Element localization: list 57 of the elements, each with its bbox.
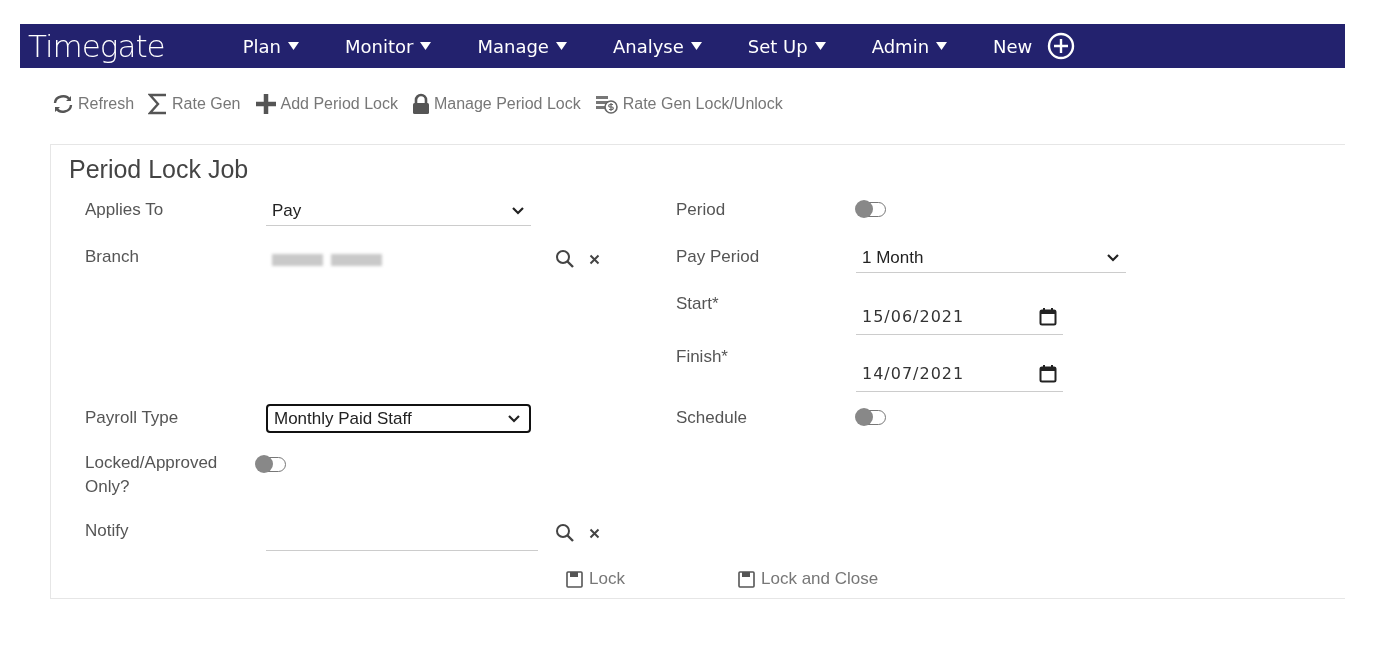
field-label: Period: [676, 200, 726, 219]
nav-menu[interactable]: Analyse: [612, 35, 702, 57]
field-label: Locked/Approved Only?: [85, 452, 219, 498]
select-field[interactable]: Monthly Paid Staff: [266, 404, 531, 433]
field-label: Payroll Type: [85, 408, 179, 427]
save-button[interactable]: Lock: [566, 569, 625, 589]
save-button[interactable]: Lock and Close: [738, 569, 879, 589]
caret-icon: [420, 42, 432, 50]
field-label: Start*: [676, 294, 719, 313]
calendar-icon[interactable]: [1039, 363, 1057, 383]
caret-icon: [555, 42, 567, 50]
field-label: Branch: [85, 247, 139, 266]
date-field[interactable]: 14/07/2021: [856, 355, 1063, 392]
toolbar-button[interactable]: Add Period Lock: [254, 93, 398, 115]
save-icon: [738, 570, 755, 588]
toolbar-button[interactable]: Rate Gen: [148, 93, 241, 115]
search-icon[interactable]: [555, 523, 575, 543]
toolbar-button[interactable]: Rate Gen Lock/Unlock: [594, 94, 783, 114]
toggle-switch[interactable]: [856, 410, 886, 425]
date-field[interactable]: 15/06/2021: [856, 298, 1063, 335]
nav-menu[interactable]: Manage: [477, 35, 567, 57]
nav-menu[interactable]: Set Up: [747, 35, 826, 57]
app-logo[interactable]: Timegate: [28, 28, 165, 64]
field-label: Finish*: [676, 347, 728, 366]
refresh-icon: [52, 94, 74, 114]
nav-menu[interactable]: Admin: [871, 35, 948, 57]
nav-menu[interactable]: New: [993, 32, 1076, 60]
close-icon[interactable]: [589, 527, 600, 539]
nav-menu[interactable]: Plan: [242, 35, 299, 57]
field-label: Schedule: [676, 408, 747, 427]
search-icon[interactable]: [555, 249, 575, 269]
select-field[interactable]: Pay: [266, 196, 531, 226]
caret-icon: [690, 42, 702, 50]
field-label: Pay Period: [676, 247, 760, 266]
field-label: Notify: [85, 521, 129, 540]
toolbar-button[interactable]: Manage Period Lock: [411, 93, 581, 115]
calendar-icon[interactable]: [1039, 306, 1057, 326]
caret-icon: [288, 42, 299, 50]
sigma-icon: [148, 93, 169, 115]
plus-icon: [254, 93, 277, 115]
coins-icon: [594, 94, 619, 114]
form-title: Period Lock Job: [69, 155, 249, 184]
chevron-down-icon: [1106, 253, 1120, 262]
select-field[interactable]: 1 Month: [856, 243, 1126, 273]
nav-menu[interactable]: Monitor: [345, 35, 432, 57]
plus-circle-icon[interactable]: [1047, 32, 1076, 60]
close-icon[interactable]: [589, 253, 600, 265]
chevron-down-icon: [507, 414, 521, 423]
save-icon: [566, 570, 583, 588]
toggle-switch[interactable]: [256, 457, 286, 472]
caret-icon: [936, 42, 948, 50]
field-label: Applies To: [85, 200, 164, 219]
lock-icon: [411, 93, 430, 115]
chevron-down-icon: [511, 206, 525, 215]
caret-icon: [814, 42, 826, 50]
toolbar-button[interactable]: Refresh: [52, 94, 135, 114]
toggle-switch[interactable]: [856, 202, 886, 217]
